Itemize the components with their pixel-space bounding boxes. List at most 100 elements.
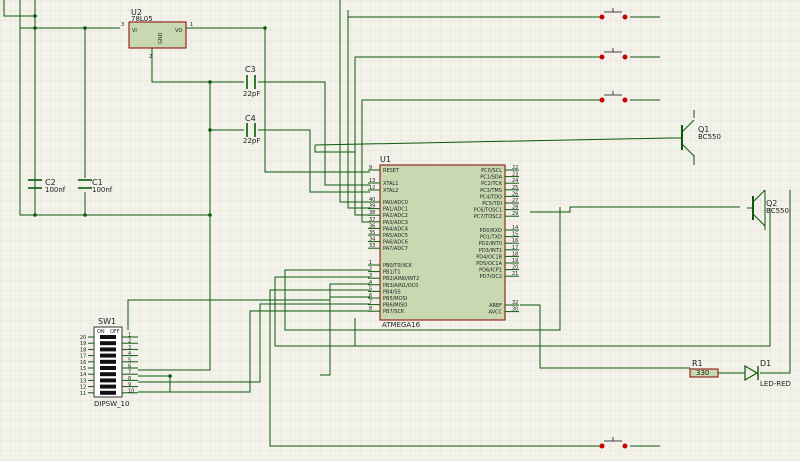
sw1-toggle[interactable] <box>100 347 116 352</box>
c3-ref: C3 <box>245 65 256 74</box>
u1-left-pin-name: PA2/ADC2 <box>383 213 408 219</box>
u2-pin-num-in: 3 <box>121 22 124 28</box>
sw1-left-pin-number: 19 <box>80 341 86 347</box>
u1-right-pin-number: 17 <box>512 245 518 251</box>
u1-left-pin-name: PA5/ADC5 <box>383 233 408 239</box>
d1-value: LED-RED <box>760 380 791 388</box>
u1-right-pin-name: PD4/OC1B <box>476 254 502 260</box>
u1-left-pin-name: PA0/ADC0 <box>383 200 408 206</box>
u1-left-pin-number: 33 <box>369 243 375 249</box>
u1-left-pin-name: PB2/AIN0/INT2 <box>383 276 419 282</box>
sw1-toggle[interactable] <box>100 390 116 395</box>
u1-left-pin-number: 39 <box>369 204 375 210</box>
u1-left-pin-number: 1 <box>369 260 372 266</box>
u1-right-pin-name: PD3/INT1 <box>479 248 502 254</box>
u1-right-pin-number: 16 <box>512 238 518 244</box>
sw1-right-pin-number: 4 <box>128 351 131 357</box>
u1-right-pin-name: PC0/SCL <box>481 168 502 174</box>
u1-right-pin-name: PC4/TDO <box>480 194 502 200</box>
u1-left-pin-number: 9 <box>369 165 372 171</box>
u1-left-pin-name: PB0/T0/XCK <box>383 263 413 269</box>
sw1-left-pin-number: 13 <box>80 378 86 384</box>
sw1-toggle[interactable] <box>100 353 116 358</box>
u1-right-pin-number: 20 <box>512 265 518 271</box>
sw1-right-pin-number: 10 <box>128 388 134 394</box>
schematic-canvas: U2 78L05 VI VO GND 3 1 2 C2 100nf C1 100… <box>0 0 800 461</box>
microcontroller-u1[interactable]: U1 9 RESET13 XTAL112 XTAL240 PA0/ADC039 PA1/A… <box>368 155 519 329</box>
u1-right-pin-name: PC6/TOSC1 <box>474 208 502 214</box>
sw1-left-pin-number: 18 <box>80 347 86 353</box>
sw1-toggle[interactable] <box>100 359 116 364</box>
u1-right-pin-number: 29 <box>512 211 518 217</box>
sw1-left-pin-number: 15 <box>80 366 86 372</box>
u1-left-pin-name: PA4/ADC4 <box>383 226 408 232</box>
sw1-right-pin-number: 7 <box>128 370 131 376</box>
u1-right-pin-name: AREF <box>489 303 502 309</box>
sw1-toggle[interactable] <box>100 366 116 370</box>
sw1-toggle[interactable] <box>100 341 116 346</box>
u1-left-pin-number: 5 <box>369 286 372 292</box>
sw1-right-pin-number: 1 <box>128 333 131 339</box>
u1-left-pin-number: 6 <box>369 293 372 299</box>
sw1-ref: SW1 <box>98 317 116 326</box>
u2-pin-vo: VO <box>175 28 182 34</box>
sw1-left-pin-number: 12 <box>80 385 86 391</box>
c1-value: 100nf <box>92 186 113 194</box>
u1-left-pin-name: PB7/SCK <box>383 309 405 315</box>
u1-left-pin-number: 35 <box>369 230 375 236</box>
u1-left-pin-name: XTAL2 <box>383 188 398 194</box>
u1-right-pin-number: 26 <box>512 191 518 197</box>
q2-value: BC550 <box>766 207 789 215</box>
u1-right-pin-name: PC1/SDA <box>480 175 502 181</box>
u1-left-pin-number: 7 <box>369 300 372 306</box>
u2-pin-vi: VI <box>132 28 137 34</box>
u1-right-pin-number: 28 <box>512 205 518 211</box>
u1-right-pin-number: 32 <box>512 300 518 306</box>
u1-right-pin-number: 23 <box>512 172 518 178</box>
u1-left-pin-number: 40 <box>369 197 375 203</box>
u2-pin-gnd: GND <box>158 32 164 44</box>
u2-pin-num-out: 1 <box>190 22 193 28</box>
u1-right-pin-number: 27 <box>512 198 518 204</box>
c4-ref: C4 <box>245 114 256 123</box>
u1-left-pin-name: PB6/MISO <box>383 303 407 309</box>
u1-left-pin-number: 13 <box>369 178 375 184</box>
u1-left-pin-name: PA1/ADC1 <box>383 207 408 213</box>
u1-left-pin-name: RESET <box>383 168 400 174</box>
sw1-right-pin-number: 8 <box>128 376 131 382</box>
u1-left-pin-name: PA3/ADC3 <box>383 220 408 226</box>
sw1-toggle[interactable] <box>100 335 116 339</box>
sw1-head-off: OFF <box>110 329 120 335</box>
u2-value: 78L05 <box>131 15 153 23</box>
u1-right-pin-number: 24 <box>512 178 518 184</box>
c4-value: 22pF <box>243 137 260 145</box>
sw1-head-on: ON <box>97 329 105 335</box>
u1-left-pin-number: 36 <box>369 223 375 229</box>
sw1-toggle[interactable] <box>100 372 116 377</box>
u1-left-pin-name: PB1/T1 <box>383 270 401 276</box>
u1-right-pin-name: PC3/TMS <box>480 188 502 194</box>
c2-value: 100nf <box>45 186 66 194</box>
r1-ref: R1 <box>692 359 703 368</box>
u1-left-pin-number: 34 <box>369 237 375 243</box>
sw1-toggle[interactable] <box>100 384 116 389</box>
sw1-left-pin-number: 17 <box>80 354 86 360</box>
u1-right-pin-name: AVCC <box>488 310 502 316</box>
u1-right-pin-number: 25 <box>512 185 518 191</box>
sw1-right-pin-number: 5 <box>128 357 131 363</box>
sw1-right-pin-number: 9 <box>128 382 131 388</box>
sw1-toggle[interactable] <box>100 378 116 383</box>
sw1-left-pin-number: 20 <box>80 335 86 341</box>
u1-left-pin-number: 8 <box>369 306 372 312</box>
sw1-right-pin-number: 6 <box>128 364 131 370</box>
u1-left-pin-number: 38 <box>369 210 375 216</box>
u1-left-pin-number: 2 <box>369 267 372 273</box>
u1-left-pin-name: PB3/AIN1/OC0 <box>383 283 418 289</box>
u1-right-pin-name: PD1/TXD <box>480 235 502 241</box>
u1-value: ATMEGA16 <box>382 321 421 329</box>
sw1-left-pin-numbers: 20191817161514131211 <box>80 335 86 397</box>
sw1-left-pin-number: 14 <box>80 372 86 378</box>
u1-ref: U1 <box>380 155 391 164</box>
u1-right-pin-name: PD2/INT0 <box>479 241 502 247</box>
sw1-right-pin-number: 2 <box>128 339 131 345</box>
